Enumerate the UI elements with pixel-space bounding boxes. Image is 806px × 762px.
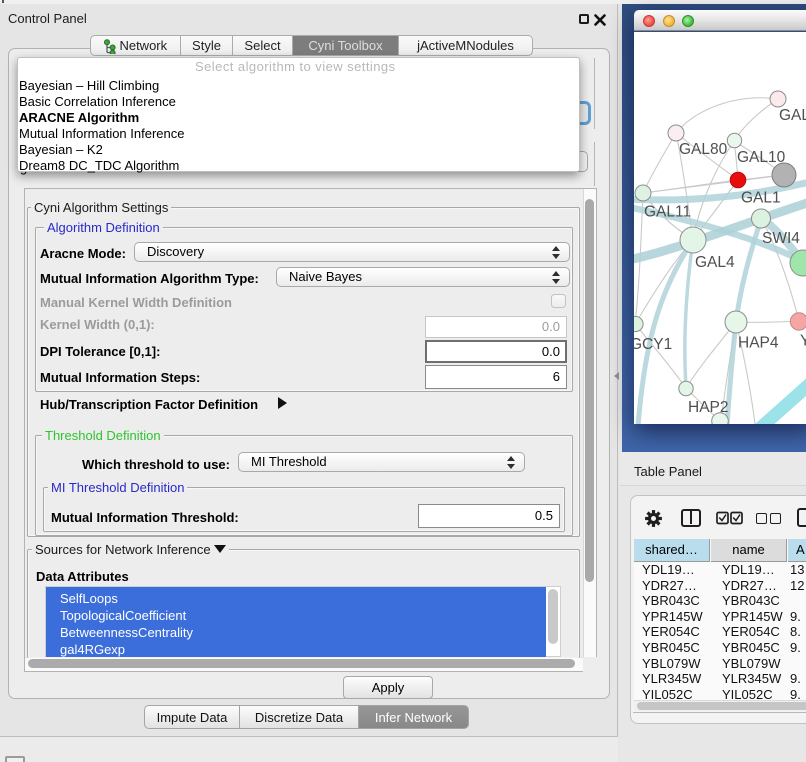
svg-text:YJ: YJ (800, 333, 806, 350)
svg-text:SWI4: SWI4 (762, 230, 800, 247)
svg-text:GAL11: GAL11 (644, 204, 691, 221)
svg-text:GAL2: GAL2 (779, 107, 806, 124)
svg-text:GAL80: GAL80 (679, 141, 728, 158)
svg-text:GAL10: GAL10 (737, 149, 786, 166)
svg-text:GCY1: GCY1 (634, 336, 672, 353)
svg-text:HAP2: HAP2 (688, 399, 729, 416)
svg-text:HAP4: HAP4 (738, 335, 779, 352)
svg-text:GAL4: GAL4 (695, 254, 735, 271)
svg-text:GAL1: GAL1 (741, 190, 781, 207)
